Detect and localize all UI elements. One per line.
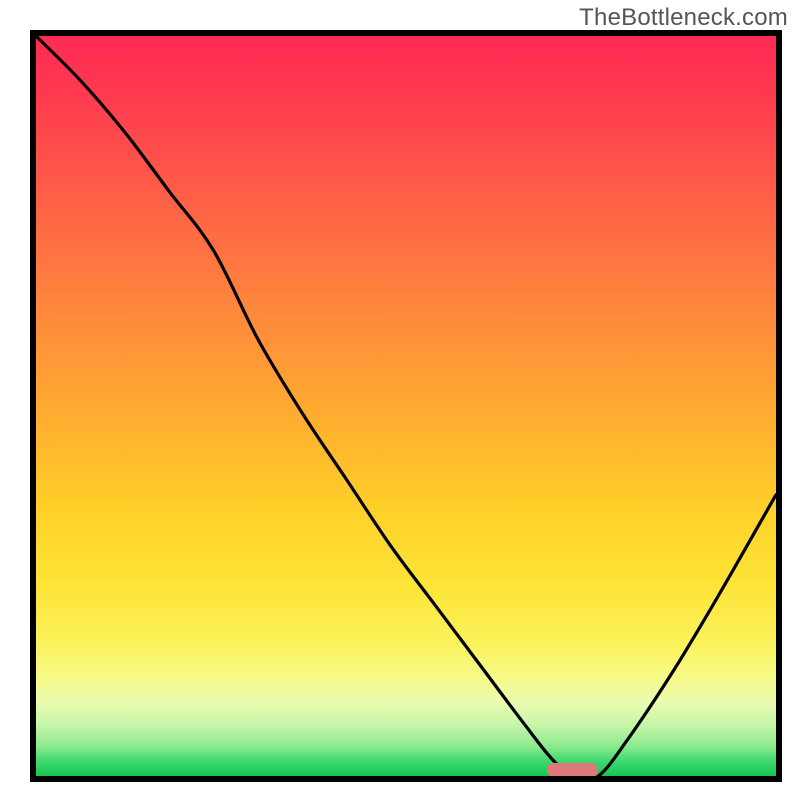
watermark-text: TheBottleneck.com: [579, 4, 788, 32]
bottleneck-curve: [36, 36, 776, 776]
optimal-marker: [547, 763, 599, 777]
chart-frame: [30, 30, 782, 782]
curve-path: [36, 36, 776, 776]
